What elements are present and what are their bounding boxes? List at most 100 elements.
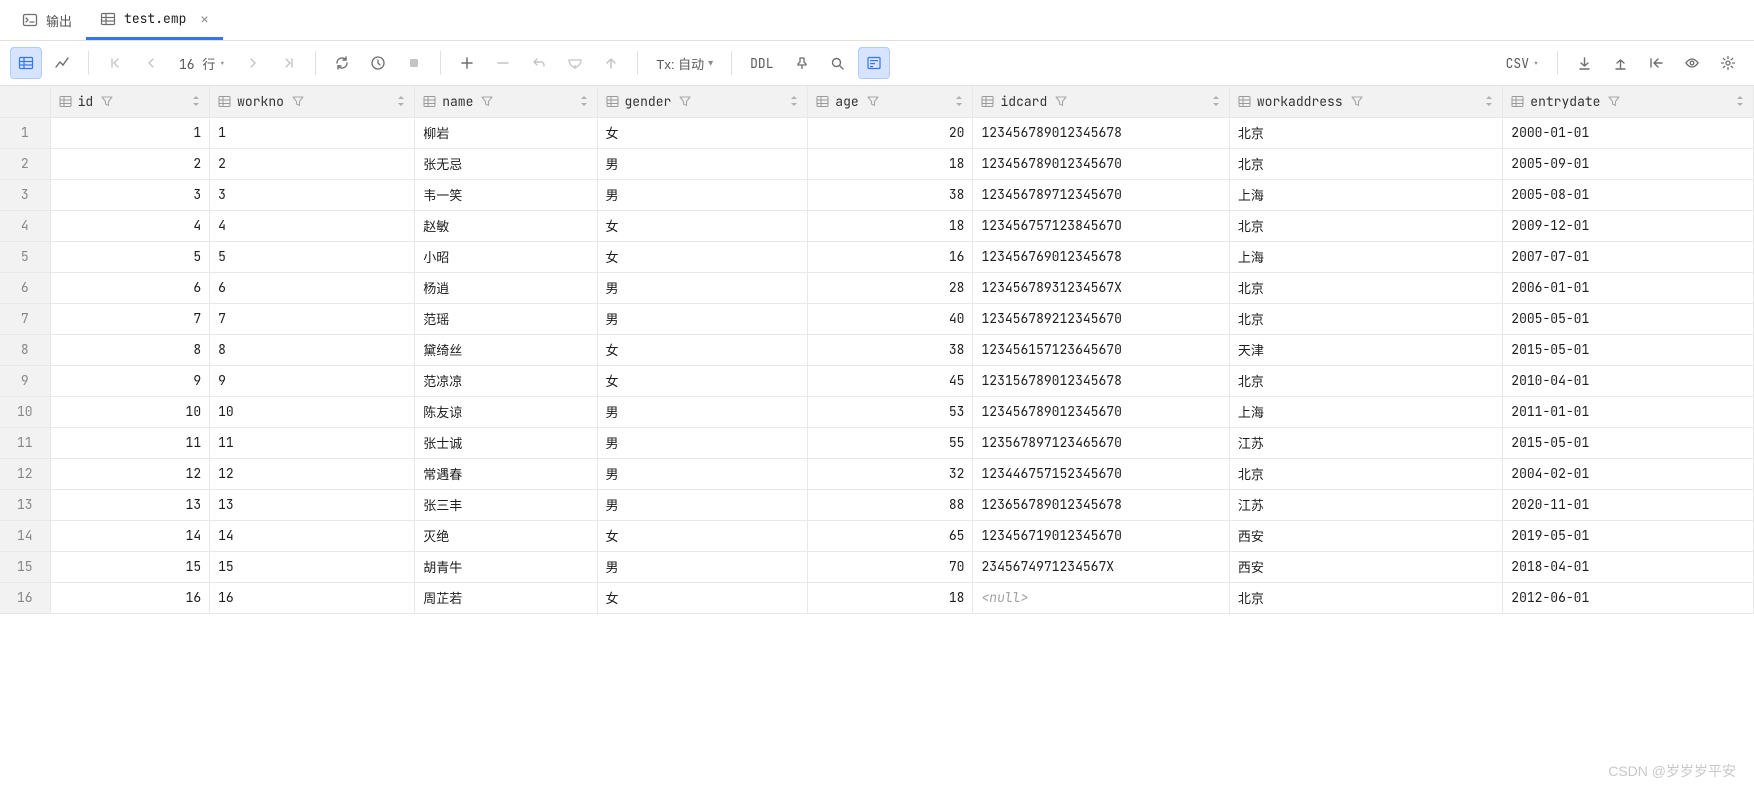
cell-age[interactable]: 88 xyxy=(808,489,973,520)
sort-icon[interactable] xyxy=(1211,95,1221,107)
grid-view-button[interactable] xyxy=(10,47,42,79)
column-header-id[interactable]: id xyxy=(50,86,210,117)
cell-age[interactable]: 18 xyxy=(808,148,973,179)
cell-entrydate[interactable]: 2012-06-01 xyxy=(1503,582,1754,613)
cell-gender[interactable]: 男 xyxy=(597,458,808,489)
cell-name[interactable]: 韦一笑 xyxy=(415,179,597,210)
cell-gender[interactable]: 男 xyxy=(597,272,808,303)
cell-entrydate[interactable]: 2011-01-01 xyxy=(1503,396,1754,427)
tab-table[interactable]: test.emp × xyxy=(86,0,223,40)
cell-age[interactable]: 20 xyxy=(808,117,973,148)
cell-workno[interactable]: 1 xyxy=(210,117,415,148)
cell-gender[interactable]: 男 xyxy=(597,179,808,210)
cell-entrydate[interactable]: 2010-04-01 xyxy=(1503,365,1754,396)
cell-entrydate[interactable]: 2005-09-01 xyxy=(1503,148,1754,179)
column-header-workaddress[interactable]: workaddress xyxy=(1229,86,1502,117)
cell-age[interactable]: 16 xyxy=(808,241,973,272)
cell-entrydate[interactable]: 2020-11-01 xyxy=(1503,489,1754,520)
cell-gender[interactable]: 女 xyxy=(597,117,808,148)
row-number[interactable]: 4 xyxy=(0,210,50,241)
import-button[interactable] xyxy=(1640,47,1672,79)
column-header-gender[interactable]: gender xyxy=(597,86,808,117)
table-row[interactable]: 666杨逍男2812345678931234567X北京2006-01-01 xyxy=(0,272,1754,303)
column-header-age[interactable]: age xyxy=(808,86,973,117)
cell-name[interactable]: 灭绝 xyxy=(415,520,597,551)
cell-name[interactable]: 胡青牛 xyxy=(415,551,597,582)
cell-workno[interactable]: 2 xyxy=(210,148,415,179)
table-row[interactable]: 111111张士诚男55123567897123465670江苏2015-05-… xyxy=(0,427,1754,458)
table-row[interactable]: 131313张三丰男88123656789012345678江苏2020-11-… xyxy=(0,489,1754,520)
cell-name[interactable]: 小昭 xyxy=(415,241,597,272)
column-header-name[interactable]: name xyxy=(415,86,597,117)
cell-gender[interactable]: 男 xyxy=(597,148,808,179)
filter-icon[interactable] xyxy=(101,95,113,107)
cell-gender[interactable]: 男 xyxy=(597,551,808,582)
cell-id[interactable]: 8 xyxy=(50,334,210,365)
sort-icon[interactable] xyxy=(396,95,406,107)
cell-age[interactable]: 45 xyxy=(808,365,973,396)
cell-age[interactable]: 18 xyxy=(808,210,973,241)
filter-records-button[interactable] xyxy=(858,47,890,79)
table-row[interactable]: 555小昭女16123456769012345678上海2007-07-01 xyxy=(0,241,1754,272)
cell-name[interactable]: 张士诚 xyxy=(415,427,597,458)
cell-workaddress[interactable]: 北京 xyxy=(1229,582,1502,613)
cell-id[interactable]: 1 xyxy=(50,117,210,148)
cell-workaddress[interactable]: 北京 xyxy=(1229,272,1502,303)
cell-entrydate[interactable]: 2007-07-01 xyxy=(1503,241,1754,272)
cell-id[interactable]: 15 xyxy=(50,551,210,582)
filter-icon[interactable] xyxy=(679,95,691,107)
cell-workaddress[interactable]: 北京 xyxy=(1229,148,1502,179)
column-header-entrydate[interactable]: entrydate xyxy=(1503,86,1754,117)
row-number[interactable]: 8 xyxy=(0,334,50,365)
cell-workno[interactable]: 8 xyxy=(210,334,415,365)
cell-age[interactable]: 65 xyxy=(808,520,973,551)
cell-age[interactable]: 18 xyxy=(808,582,973,613)
row-number[interactable]: 6 xyxy=(0,272,50,303)
cell-idcard[interactable]: 123656789012345678 xyxy=(973,489,1229,520)
cell-gender[interactable]: 男 xyxy=(597,303,808,334)
row-number[interactable]: 13 xyxy=(0,489,50,520)
tab-output[interactable]: 输出 xyxy=(8,0,86,40)
upload-button[interactable] xyxy=(1604,47,1636,79)
table-row[interactable]: 141414灭绝女65123456719012345670西安2019-05-0… xyxy=(0,520,1754,551)
cell-workno[interactable]: 12 xyxy=(210,458,415,489)
last-page-button[interactable] xyxy=(273,47,305,79)
cell-name[interactable]: 张无忌 xyxy=(415,148,597,179)
cell-workno[interactable]: 10 xyxy=(210,396,415,427)
cell-workaddress[interactable]: 江苏 xyxy=(1229,427,1502,458)
cell-id[interactable]: 6 xyxy=(50,272,210,303)
sort-icon[interactable] xyxy=(191,95,201,107)
cell-age[interactable]: 40 xyxy=(808,303,973,334)
cell-age[interactable]: 28 xyxy=(808,272,973,303)
cell-entrydate[interactable]: 2005-05-01 xyxy=(1503,303,1754,334)
cell-idcard[interactable]: 2345674971234567X xyxy=(973,551,1229,582)
cell-workno[interactable]: 13 xyxy=(210,489,415,520)
cell-workno[interactable]: 9 xyxy=(210,365,415,396)
ddl-button[interactable]: DDL xyxy=(742,47,781,79)
cell-id[interactable]: 9 xyxy=(50,365,210,396)
cell-id[interactable]: 10 xyxy=(50,396,210,427)
pin-button[interactable] xyxy=(786,47,818,79)
cell-gender[interactable]: 女 xyxy=(597,365,808,396)
cell-gender[interactable]: 男 xyxy=(597,489,808,520)
cell-workno[interactable]: 15 xyxy=(210,551,415,582)
cell-entrydate[interactable]: 2004-02-01 xyxy=(1503,458,1754,489)
cell-idcard[interactable]: 123456769012345678 xyxy=(973,241,1229,272)
cell-workaddress[interactable]: 北京 xyxy=(1229,458,1502,489)
cell-entrydate[interactable]: 2005-08-01 xyxy=(1503,179,1754,210)
table-row[interactable]: 161616周芷若女18<null>北京2012-06-01 xyxy=(0,582,1754,613)
column-header-workno[interactable]: workno xyxy=(210,86,415,117)
cell-workaddress[interactable]: 北京 xyxy=(1229,117,1502,148)
cell-idcard[interactable]: 123456789212345670 xyxy=(973,303,1229,334)
commit-preview-button[interactable] xyxy=(559,47,591,79)
cell-idcard[interactable]: 123456789012345670 xyxy=(973,148,1229,179)
stop-button[interactable] xyxy=(398,47,430,79)
cell-idcard[interactable]: <null> xyxy=(973,582,1229,613)
column-header-idcard[interactable]: idcard xyxy=(973,86,1229,117)
cell-idcard[interactable]: 123446757152345670 xyxy=(973,458,1229,489)
cell-workno[interactable]: 5 xyxy=(210,241,415,272)
first-page-button[interactable] xyxy=(99,47,131,79)
cell-name[interactable]: 范凉凉 xyxy=(415,365,597,396)
cell-name[interactable]: 范瑶 xyxy=(415,303,597,334)
filter-icon[interactable] xyxy=(481,95,493,107)
